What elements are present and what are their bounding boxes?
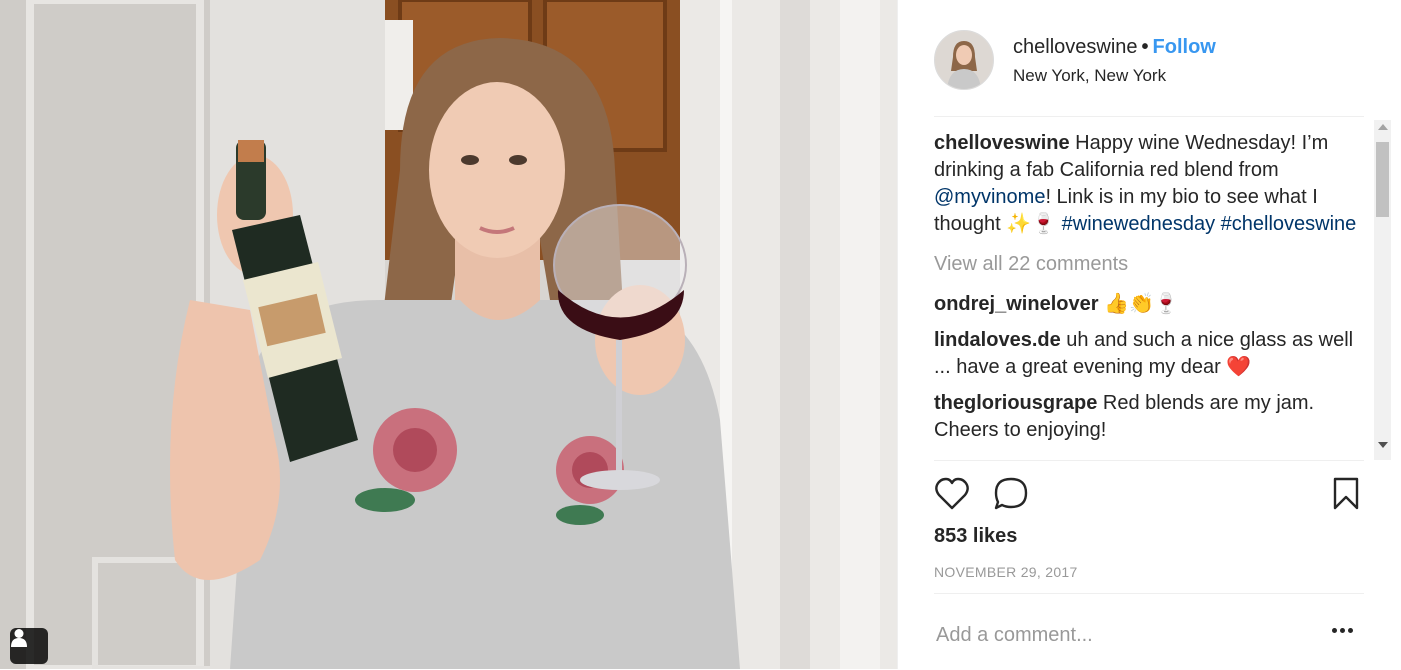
add-comment-input[interactable] (934, 623, 1308, 648)
comment-item: thegloriousgrape Red blends are my jam. … (934, 390, 1364, 444)
comment-username[interactable]: ondrej_winelover (934, 293, 1099, 315)
comment-username[interactable]: thegloriousgrape (934, 392, 1097, 414)
caption-username[interactable]: chelloveswine (934, 132, 1070, 154)
scroll-up-arrow-icon[interactable] (1378, 124, 1388, 130)
add-comment-section (934, 593, 1364, 670)
header-user-line: chelloveswine • Follow (1013, 36, 1216, 59)
comment-button[interactable] (994, 477, 1030, 516)
caption: chelloveswine Happy wine Wednesday! I’m … (934, 130, 1364, 238)
caption-mention[interactable]: @myvinome (934, 186, 1045, 208)
header-username[interactable]: chelloveswine (1013, 36, 1138, 58)
post-header: chelloveswine • Follow New York, New York (934, 28, 1364, 117)
user-tag-icon (11, 629, 27, 647)
comment-icon (994, 477, 1028, 510)
follow-button[interactable]: Follow (1153, 36, 1216, 58)
caption-hashtag-1[interactable]: #winewednesday (1062, 213, 1215, 235)
comment-item: lindaloves.de uh and such a nice glass a… (934, 327, 1364, 381)
user-tag-button[interactable] (10, 628, 48, 664)
post-details-panel: chelloveswine • Follow New York, New York … (897, 0, 1401, 669)
post-photo[interactable] (0, 0, 897, 669)
caption-hashtag-2[interactable]: #chelloveswine (1221, 213, 1357, 235)
post-date: NOVEMBER 29, 2017 (934, 564, 1078, 580)
comments-list[interactable]: chelloveswine Happy wine Wednesday! I’m … (934, 130, 1364, 460)
action-bar (934, 460, 1364, 531)
header-separator: • (1141, 36, 1149, 58)
likes-count[interactable]: 853 likes (934, 525, 1017, 548)
photo-illustration (0, 0, 897, 669)
scroll-down-arrow-icon[interactable] (1378, 442, 1388, 448)
comment-item: ondrej_winelover 👍👏🍷 (934, 291, 1364, 318)
view-all-comments-link[interactable]: View all 22 comments (934, 251, 1364, 278)
like-button[interactable] (934, 477, 970, 516)
scroll-thumb[interactable] (1376, 142, 1389, 217)
avatar-image (935, 31, 993, 89)
comments-scrollbar[interactable] (1374, 120, 1391, 460)
avatar[interactable] (934, 30, 994, 90)
heart-icon (935, 477, 969, 510)
save-button[interactable] (1332, 477, 1360, 516)
more-icon[interactable] (1332, 628, 1353, 633)
comment-username[interactable]: lindaloves.de (934, 329, 1061, 351)
post-location[interactable]: New York, New York (1013, 66, 1166, 86)
bookmark-icon (1333, 477, 1359, 510)
comment-text: 👍👏🍷 (1098, 293, 1179, 315)
